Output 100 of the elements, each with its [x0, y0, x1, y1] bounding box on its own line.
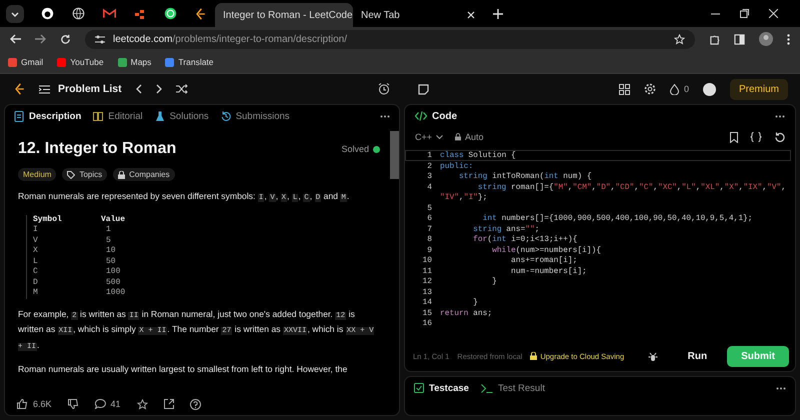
description-paragraph: Roman numerals are usually written largest to smallest from left to right. However, the [18, 363, 348, 376]
reload-icon[interactable] [60, 34, 71, 44]
tag-chip[interactable]: Topics [62, 168, 108, 181]
tab-title: Integer to Roman - LeetCode [223, 10, 353, 20]
note-icon[interactable] [418, 84, 429, 94]
table-cell-text: 5 [105, 236, 112, 246]
table-cell-text: C [33, 267, 39, 278]
new-tab-icon[interactable] [493, 8, 503, 18]
problem-list-button[interactable]: Problem List [39, 83, 122, 95]
favicon-icon [165, 58, 174, 66]
panel-tab[interactable]: Solutions [154, 110, 209, 122]
table-header: Symbol [33, 214, 63, 225]
solved-status: Solved [341, 144, 369, 154]
panel-tab[interactable]: Submissions [220, 110, 290, 122]
table-cell-text: 1000 [105, 288, 126, 298]
bookmark[interactable]: Maps [118, 57, 152, 67]
star-icon[interactable] [136, 398, 148, 410]
reset-icon[interactable] [774, 132, 785, 142]
thumbs-up-icon [17, 399, 28, 409]
lock-icon [118, 170, 126, 178]
favicon-icon [57, 58, 66, 66]
table-cell-text: I [33, 225, 39, 236]
tab-search-button[interactable] [6, 4, 24, 22]
difficulty-badge[interactable]: Medium [18, 168, 56, 181]
chevron-right-icon[interactable] [156, 84, 162, 94]
language-dropdown[interactable]: C++ [415, 132, 444, 142]
like-button[interactable]: 6.6K [17, 399, 52, 409]
panel-tab[interactable]: Test Result [480, 382, 545, 394]
close-icon[interactable] [769, 9, 778, 18]
favicon-icon [118, 58, 127, 66]
more-icon[interactable] [776, 386, 786, 390]
bookmark[interactable]: Translate [165, 57, 214, 67]
alarm-clock-icon[interactable] [378, 83, 390, 95]
bookmark-icon[interactable] [730, 132, 738, 142]
streak-counter[interactable]: 0 [670, 84, 689, 94]
table-cell-text: 500 [105, 278, 122, 288]
restore-icon[interactable] [740, 9, 749, 18]
address-bar[interactable]: leetcode.com/problems/integer-to-roman/description/ [85, 30, 695, 48]
history-icon [220, 110, 231, 122]
shuffle-icon[interactable] [176, 84, 188, 94]
status-dot-icon [373, 146, 380, 152]
site-settings-icon[interactable] [95, 34, 105, 44]
debug-icon[interactable] [648, 350, 658, 362]
braces-icon[interactable] [750, 132, 762, 142]
document-icon [14, 110, 24, 122]
back-icon[interactable] [10, 34, 21, 44]
lock-icon [530, 352, 538, 360]
checkbox-icon [414, 383, 424, 393]
table-cell-text: L [33, 256, 39, 267]
minimize-icon[interactable] [711, 12, 720, 14]
profile-icon[interactable] [759, 32, 773, 46]
table-cell-text: 1 [105, 225, 112, 236]
mail-icon[interactable] [103, 8, 116, 19]
panel-tab[interactable]: Editorial [93, 110, 143, 122]
terminal-icon [480, 384, 493, 392]
run-button[interactable]: Run [676, 346, 720, 366]
premium-button[interactable]: Premium [730, 78, 788, 100]
list-icon [39, 84, 50, 94]
chevron-down-icon [436, 134, 444, 140]
comments-button[interactable]: 41 [94, 399, 121, 409]
close-icon[interactable] [467, 11, 475, 19]
bookmark[interactable]: YouTube [57, 57, 104, 67]
table-cell-text: M [33, 288, 39, 298]
settings-icon[interactable] [644, 83, 656, 95]
grid-icon[interactable] [618, 84, 630, 94]
table-cell-text: 50 [105, 256, 117, 267]
problem-title: 12. Integer to Roman [18, 140, 176, 158]
thumbs-down-icon[interactable] [68, 399, 79, 409]
chevron-left-icon[interactable] [136, 84, 142, 94]
flask-icon [154, 110, 165, 122]
panel-tab[interactable]: Testcase [414, 382, 469, 394]
more-icon[interactable] [775, 114, 785, 118]
table-cell-text: D [33, 278, 39, 288]
table-cell-text: 10 [105, 246, 117, 256]
tag-chip[interactable]: Companies [113, 168, 175, 181]
side-panel-icon[interactable] [734, 34, 745, 44]
more-icon[interactable] [787, 34, 790, 44]
forward-icon[interactable] [35, 34, 46, 44]
auto-mode-toggle[interactable]: Auto [455, 132, 484, 142]
scrollbar[interactable] [390, 131, 399, 179]
code-brackets-icon [415, 111, 427, 121]
lock-icon [455, 133, 462, 141]
table-cell-text: V [33, 236, 39, 246]
table-cell-text: X [33, 246, 39, 256]
url-text: leetcode.com/problems/integer-to-roman/description/ [113, 34, 348, 44]
bookmark[interactable]: Gmail [8, 57, 44, 67]
blocks-icon[interactable] [134, 8, 146, 20]
panel-tab[interactable]: Description [14, 110, 82, 122]
help-icon[interactable] [190, 398, 201, 410]
share-icon[interactable] [164, 399, 174, 409]
browser-tab[interactable]: Integer to Roman - LeetCode [215, 3, 353, 27]
more-icon[interactable] [380, 114, 390, 118]
avatar-icon[interactable] [703, 82, 716, 96]
tab-title: New Tab [361, 10, 401, 20]
book-icon [93, 110, 104, 122]
globe-icon[interactable] [72, 7, 85, 20]
table-cell-text: 100 [105, 267, 122, 278]
tag-icon [67, 170, 76, 178]
favicon-icon [8, 58, 17, 66]
browser-tab[interactable]: New Tab [353, 3, 483, 27]
